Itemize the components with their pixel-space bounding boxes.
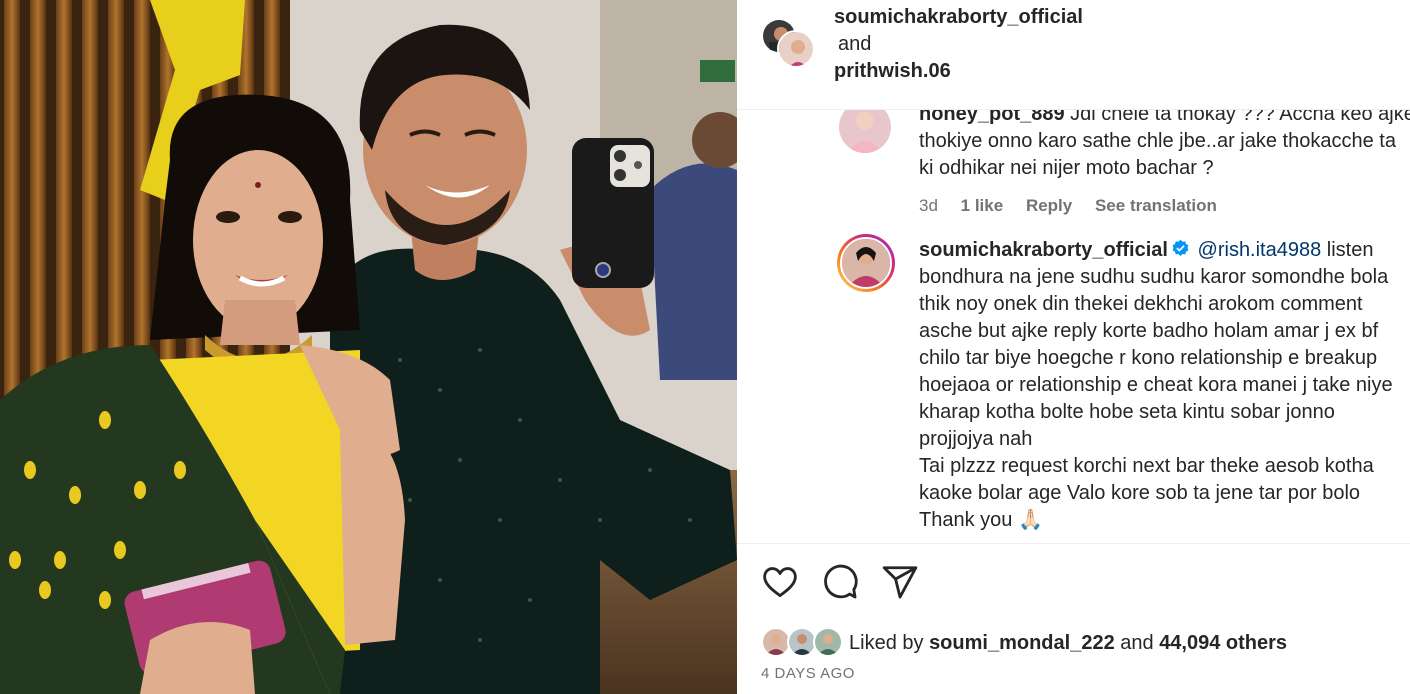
- collab-avatars[interactable]: [761, 18, 817, 70]
- share-button[interactable]: [881, 563, 921, 603]
- post-panel: soumichakraborty_official and prithwish.…: [737, 0, 1410, 694]
- reply-button[interactable]: Reply: [1026, 196, 1072, 215]
- avatar-soumi[interactable]: [777, 30, 815, 68]
- post-authors: soumichakraborty_official and prithwish.…: [834, 4, 1083, 85]
- comment-age: 3d: [919, 196, 938, 215]
- post-timestamp: 4 DAYS AGO: [761, 665, 855, 682]
- heart-icon: [763, 567, 797, 598]
- verified-badge-icon: [1172, 239, 1189, 256]
- author-username[interactable]: soumichakraborty_official: [834, 4, 1083, 31]
- like-button[interactable]: [761, 563, 801, 603]
- comment-meta: 3d 1 like Reply See translation: [919, 196, 1235, 216]
- comment-line: kharap kotha bolte hobe seta kintu sobar…: [919, 401, 1335, 423]
- likes-count[interactable]: 44,094 others: [1159, 632, 1287, 654]
- comment-line: chilo tar biye hoegche r kono relationsh…: [919, 347, 1378, 369]
- collab-username[interactable]: prithwish.06: [834, 58, 1083, 85]
- post-photo[interactable]: [0, 0, 737, 694]
- commenter-username[interactable]: soumichakraborty_official: [919, 239, 1168, 261]
- liker-avatar: [813, 627, 843, 657]
- comment-text: honey_pot_889 Jdi chele ta thokay ??? Ac…: [919, 101, 1410, 182]
- comment-line: thokiye onno karo sathe chle jbe..ar jak…: [919, 130, 1396, 152]
- comment-icon: [824, 564, 858, 599]
- comment-text: soumichakraborty_official @rish.ita4988 …: [919, 237, 1410, 534]
- comment-line: asche but ajke reply korte badho holam a…: [919, 320, 1379, 342]
- liked-by-joiner: and: [1120, 632, 1154, 654]
- mention-link[interactable]: @rish.ita4988: [1198, 239, 1322, 261]
- section-divider: [737, 543, 1410, 544]
- comment-button[interactable]: [821, 563, 861, 603]
- comments-list[interactable]: honey_pot_889 Jdi chele ta thokay ??? Ac…: [737, 98, 1410, 543]
- comment-line: projjojya nah: [919, 428, 1033, 450]
- post-header: soumichakraborty_official and prithwish.…: [737, 0, 1410, 110]
- see-translation-button[interactable]: See translation: [1095, 196, 1217, 215]
- comment-likes[interactable]: 1 like: [961, 196, 1004, 215]
- comment-line: listen: [1326, 239, 1374, 261]
- liked-by-prefix: Liked by: [849, 632, 924, 654]
- comment-line: Thank you 🙏🏻: [919, 509, 1043, 531]
- post-image: [0, 0, 737, 694]
- comment-line: ki odhikar nei nijer moto bachar ?: [919, 157, 1214, 179]
- collab-joiner: and: [838, 33, 872, 55]
- comment-line: Tai plzzz request korchi next bar theke …: [919, 455, 1374, 477]
- commenter-avatar-story-ring[interactable]: [837, 234, 895, 292]
- comment-line: hoejaoa or relationship e cheat kora man…: [919, 374, 1393, 396]
- comment-line: kaoke bolar age Valo kore sob ta jene ta…: [919, 482, 1361, 504]
- likes-row[interactable]: Liked by soumi_mondal_222 and 44,094 oth…: [761, 627, 1401, 661]
- liker-username[interactable]: soumi_mondal_222: [929, 632, 1115, 654]
- comment-line: bondhura na jene sudhu sudhu karor somon…: [919, 266, 1389, 288]
- comment-line: thik noy onek din thekei dekhchi arokom …: [919, 293, 1363, 315]
- share-icon: [882, 566, 918, 599]
- liked-by-text: Liked by soumi_mondal_222 and 44,094 oth…: [849, 632, 1287, 655]
